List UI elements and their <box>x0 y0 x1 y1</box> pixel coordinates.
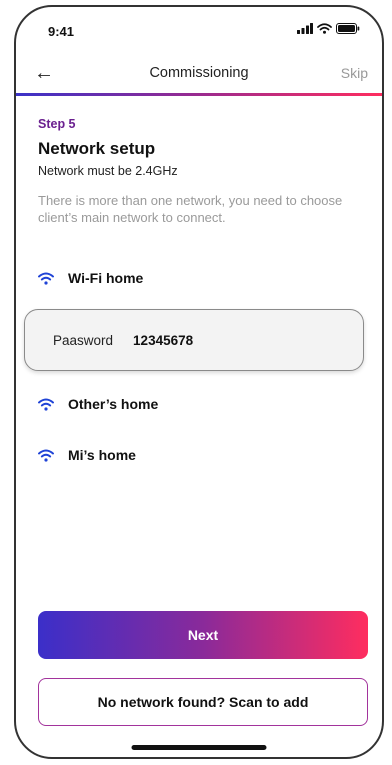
battery-icon <box>336 23 360 34</box>
section-subtitle: Network must be 2.4GHz <box>38 164 178 178</box>
network-item-wifi-home[interactable]: Wi-Fi home <box>38 270 143 286</box>
skip-button[interactable]: Skip <box>341 65 368 81</box>
section-title: Network setup <box>38 139 156 158</box>
network-item-others-home[interactable]: Other’s home <box>38 396 158 412</box>
status-bar: 9:41 <box>16 7 382 51</box>
cellular-signal-icon <box>297 23 313 34</box>
scan-to-add-button[interactable]: No network found? Scan to add <box>38 678 368 726</box>
wifi-icon <box>38 398 54 411</box>
phone-frame: 9:41 ← Commissioning Skip Step 5 Network… <box>14 5 384 759</box>
status-icons <box>297 23 360 34</box>
wifi-icon <box>38 272 54 285</box>
password-value[interactable]: 12345678 <box>133 333 193 348</box>
step-header: Step 5 Network setup Network must be 2.4… <box>38 117 366 226</box>
network-name: Other’s home <box>68 396 159 412</box>
top-navigation: ← Commissioning Skip <box>16 57 382 93</box>
instruction-text: There is more than one network, you need… <box>38 193 343 225</box>
home-indicator[interactable] <box>131 745 267 750</box>
status-time: 9:41 <box>48 24 75 39</box>
step-label: Step 5 <box>38 117 76 131</box>
password-field[interactable]: Paasword 12345678 <box>24 309 364 371</box>
progress-divider <box>16 93 382 96</box>
network-item-mis-home[interactable]: Mi’s home <box>38 447 136 463</box>
wifi-status-icon <box>317 23 332 34</box>
password-label: Paasword <box>53 332 114 348</box>
network-name: Wi-Fi home <box>68 270 144 286</box>
network-name: Mi’s home <box>68 447 136 463</box>
page-title: Commissioning <box>149 65 249 81</box>
next-button[interactable]: Next <box>38 611 368 659</box>
wifi-icon <box>38 449 54 462</box>
